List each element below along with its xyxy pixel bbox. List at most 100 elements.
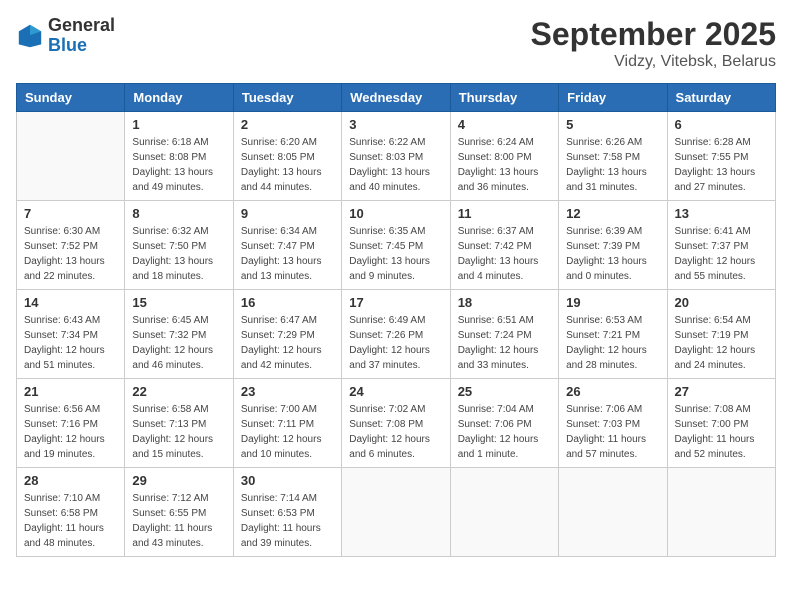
day-info: Sunrise: 6:22 AMSunset: 8:03 PMDaylight:… (349, 135, 442, 195)
calendar-cell (559, 468, 667, 557)
calendar-cell: 25 Sunrise: 7:04 AMSunset: 7:06 PMDayligh… (450, 379, 558, 468)
day-info: Sunrise: 7:08 AMSunset: 7:00 PMDaylight:… (675, 402, 768, 462)
calendar-cell: 11 Sunrise: 6:37 AMSunset: 7:42 PMDayligh… (450, 201, 558, 290)
day-number: 18 (458, 295, 551, 310)
day-number: 17 (349, 295, 442, 310)
calendar-cell: 1 Sunrise: 6:18 AMSunset: 8:08 PMDaylight… (125, 112, 233, 201)
calendar-cell: 8 Sunrise: 6:32 AMSunset: 7:50 PMDaylight… (125, 201, 233, 290)
day-info: Sunrise: 6:51 AMSunset: 7:24 PMDaylight:… (458, 313, 551, 373)
day-number: 23 (241, 384, 334, 399)
day-info: Sunrise: 6:45 AMSunset: 7:32 PMDaylight:… (132, 313, 225, 373)
calendar-cell: 19Sunrise: 6:53 AMSunset: 7:21 PMDayligh… (559, 290, 667, 379)
day-info: Sunrise: 6:47 AMSunset: 7:29 PMDaylight:… (241, 313, 334, 373)
calendar-cell (17, 112, 125, 201)
day-number: 25 (458, 384, 551, 399)
calendar-cell: 5 Sunrise: 6:26 AMSunset: 7:58 PMDaylight… (559, 112, 667, 201)
day-number: 1 (132, 117, 225, 132)
calendar-cell: 13Sunrise: 6:41 AMSunset: 7:37 PMDayligh… (667, 201, 775, 290)
calendar-cell: 24Sunrise: 7:02 AMSunset: 7:08 PMDayligh… (342, 379, 450, 468)
calendar-cell: 28Sunrise: 7:10 AMSunset: 6:58 PMDayligh… (17, 468, 125, 557)
day-number: 26 (566, 384, 659, 399)
calendar-cell: 3Sunrise: 6:22 AMSunset: 8:03 PMDaylight… (342, 112, 450, 201)
title-block: September 2025 Vidzy, Vitebsk, Belarus (531, 16, 776, 71)
day-info: Sunrise: 7:00 AMSunset: 7:11 PMDaylight:… (241, 402, 334, 462)
calendar-cell: 7Sunrise: 6:30 AMSunset: 7:52 PMDaylight… (17, 201, 125, 290)
day-number: 16 (241, 295, 334, 310)
calendar-cell: 27 Sunrise: 7:08 AMSunset: 7:00 PMDayligh… (667, 379, 775, 468)
calendar-cell: 23 Sunrise: 7:00 AMSunset: 7:11 PMDayligh… (233, 379, 341, 468)
day-info: Sunrise: 6:18 AMSunset: 8:08 PMDaylight:… (132, 135, 225, 195)
calendar-cell: 9Sunrise: 6:34 AMSunset: 7:47 PMDaylight… (233, 201, 341, 290)
calendar-cell (450, 468, 558, 557)
day-info: Sunrise: 7:06 AMSunset: 7:03 PMDaylight:… (566, 402, 659, 462)
page-header: General Blue September 2025 Vidzy, Viteb… (16, 16, 776, 71)
day-info: Sunrise: 6:37 AMSunset: 7:42 PMDaylight:… (458, 224, 551, 284)
day-info: Sunrise: 6:34 AMSunset: 7:47 PMDaylight:… (241, 224, 334, 284)
day-header-friday: Friday (559, 84, 667, 112)
day-info: Sunrise: 7:12 AMSunset: 6:55 PMDaylight:… (132, 491, 225, 551)
day-number: 4 (458, 117, 551, 132)
calendar-cell: 18 Sunrise: 6:51 AMSunset: 7:24 PMDayligh… (450, 290, 558, 379)
calendar-cell: 20Sunrise: 6:54 AMSunset: 7:19 PMDayligh… (667, 290, 775, 379)
day-number: 12 (566, 206, 659, 221)
day-info: Sunrise: 6:58 AMSunset: 7:13 PMDaylight:… (132, 402, 225, 462)
day-info: Sunrise: 6:39 AMSunset: 7:39 PMDaylight:… (566, 224, 659, 284)
logo-general-text: General (48, 15, 115, 35)
day-header-saturday: Saturday (667, 84, 775, 112)
day-info: Sunrise: 6:49 AMSunset: 7:26 PMDaylight:… (349, 313, 442, 373)
calendar-cell: 17 Sunrise: 6:49 AMSunset: 7:26 PMDayligh… (342, 290, 450, 379)
logo-blue-text: Blue (48, 35, 87, 55)
calendar-cell (667, 468, 775, 557)
calendar-cell: 26 Sunrise: 7:06 AMSunset: 7:03 PMDayligh… (559, 379, 667, 468)
logo: General Blue (16, 16, 115, 56)
day-header-wednesday: Wednesday (342, 84, 450, 112)
calendar-cell: 16 Sunrise: 6:47 AMSunset: 7:29 PMDayligh… (233, 290, 341, 379)
day-number: 28 (24, 473, 117, 488)
day-number: 10 (349, 206, 442, 221)
day-header-thursday: Thursday (450, 84, 558, 112)
calendar-cell: 4 Sunrise: 6:24 AMSunset: 8:00 PMDaylight… (450, 112, 558, 201)
day-header-tuesday: Tuesday (233, 84, 341, 112)
calendar-week-row: 7Sunrise: 6:30 AMSunset: 7:52 PMDaylight… (17, 201, 776, 290)
day-info: Sunrise: 6:43 AMSunset: 7:34 PMDaylight:… (24, 313, 117, 373)
day-number: 5 (566, 117, 659, 132)
day-info: Sunrise: 6:24 AMSunset: 8:00 PMDaylight:… (458, 135, 551, 195)
calendar-cell: 6 Sunrise: 6:28 AMSunset: 7:55 PMDaylight… (667, 112, 775, 201)
calendar-header-row: SundayMondayTuesdayWednesdayThursdayFrid… (17, 84, 776, 112)
day-number: 19 (566, 295, 659, 310)
day-number: 11 (458, 206, 551, 221)
calendar-table: SundayMondayTuesdayWednesdayThursdayFrid… (16, 83, 776, 557)
day-info: Sunrise: 6:28 AMSunset: 7:55 PMDaylight:… (675, 135, 768, 195)
logo-icon (16, 22, 44, 50)
calendar-cell: 22 Sunrise: 6:58 AMSunset: 7:13 PMDayligh… (125, 379, 233, 468)
day-number: 14 (24, 295, 117, 310)
day-info: Sunrise: 6:30 AMSunset: 7:52 PMDaylight:… (24, 224, 117, 284)
day-info: Sunrise: 7:02 AMSunset: 7:08 PMDaylight:… (349, 402, 442, 462)
day-number: 22 (132, 384, 225, 399)
day-number: 8 (132, 206, 225, 221)
day-number: 29 (132, 473, 225, 488)
calendar-week-row: 1 Sunrise: 6:18 AMSunset: 8:08 PMDaylight… (17, 112, 776, 201)
day-number: 6 (675, 117, 768, 132)
day-number: 27 (675, 384, 768, 399)
day-info: Sunrise: 6:35 AMSunset: 7:45 PMDaylight:… (349, 224, 442, 284)
calendar-cell: 12 Sunrise: 6:39 AMSunset: 7:39 PMDayligh… (559, 201, 667, 290)
calendar-week-row: 14 Sunrise: 6:43 AMSunset: 7:34 PMDayligh… (17, 290, 776, 379)
day-info: Sunrise: 6:26 AMSunset: 7:58 PMDaylight:… (566, 135, 659, 195)
calendar-cell: 30Sunrise: 7:14 AMSunset: 6:53 PMDayligh… (233, 468, 341, 557)
day-number: 13 (675, 206, 768, 221)
day-info: Sunrise: 6:32 AMSunset: 7:50 PMDaylight:… (132, 224, 225, 284)
day-info: Sunrise: 6:54 AMSunset: 7:19 PMDaylight:… (675, 313, 768, 373)
calendar-cell: 21Sunrise: 6:56 AMSunset: 7:16 PMDayligh… (17, 379, 125, 468)
calendar-cell: 29 Sunrise: 7:12 AMSunset: 6:55 PMDayligh… (125, 468, 233, 557)
day-info: Sunrise: 7:14 AMSunset: 6:53 PMDaylight:… (241, 491, 334, 551)
calendar-cell: 15 Sunrise: 6:45 AMSunset: 7:32 PMDayligh… (125, 290, 233, 379)
location-title: Vidzy, Vitebsk, Belarus (531, 53, 776, 71)
day-number: 15 (132, 295, 225, 310)
day-info: Sunrise: 6:56 AMSunset: 7:16 PMDaylight:… (24, 402, 117, 462)
calendar-cell: 14 Sunrise: 6:43 AMSunset: 7:34 PMDayligh… (17, 290, 125, 379)
day-info: Sunrise: 7:04 AMSunset: 7:06 PMDaylight:… (458, 402, 551, 462)
day-header-sunday: Sunday (17, 84, 125, 112)
month-title: September 2025 (531, 16, 776, 53)
day-number: 2 (241, 117, 334, 132)
